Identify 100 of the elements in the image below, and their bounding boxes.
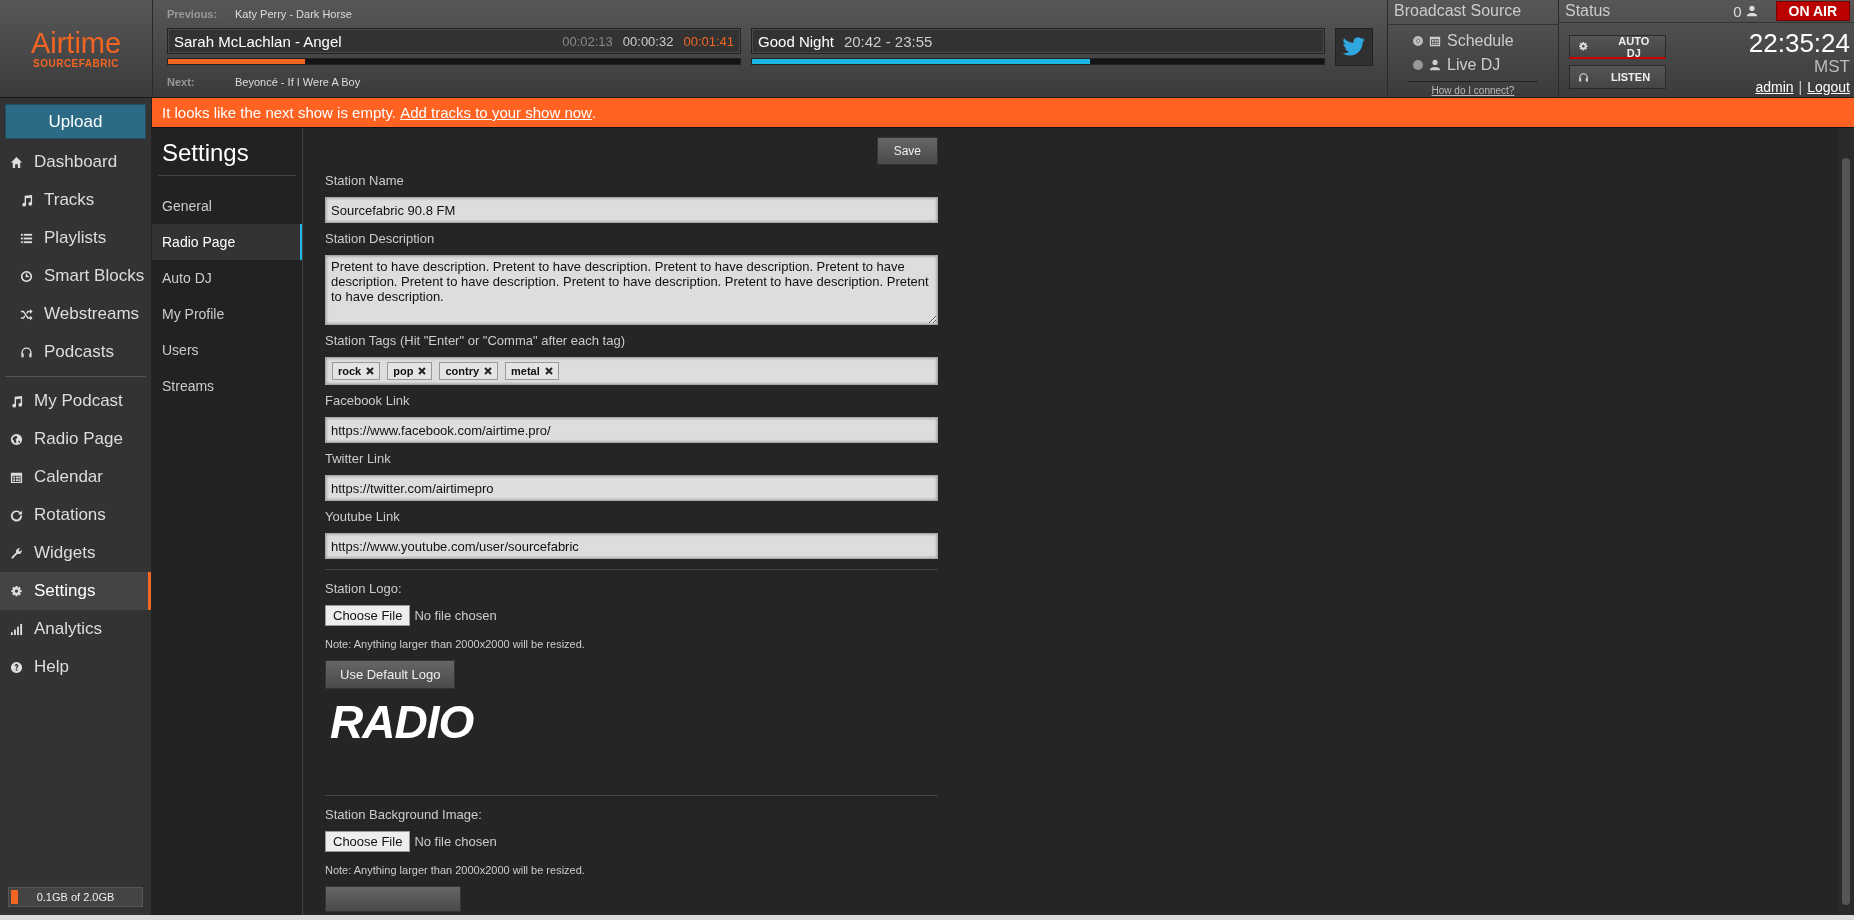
nav-item[interactable]: Calendar (0, 458, 151, 496)
upload-button[interactable]: Upload (5, 104, 146, 139)
timezone: MST (1814, 57, 1850, 77)
text-field[interactable]: Sourcefabric 90.8 FM (325, 197, 938, 223)
text-field[interactable]: https://www.youtube.com/user/sourcefabric (325, 533, 938, 559)
nav-item[interactable]: Smart Blocks (0, 257, 151, 295)
station-logo: RADIO (330, 697, 474, 747)
wrench-icon (10, 546, 23, 560)
settings-tab[interactable]: Streams (152, 368, 302, 404)
radio-button[interactable] (1413, 60, 1423, 70)
settings-title: Settings (161, 138, 250, 168)
field-label: Station Description (325, 231, 435, 246)
nav-item[interactable]: My Podcast (0, 382, 151, 420)
settings-tab[interactable]: Radio Page (152, 224, 302, 260)
description-field[interactable]: Pretent to have description. Pretent to have description. Pretent to have description. Pretent to have description. Pretent to have description. Pretent to have description. Pretent to have description. Pretent to have description. (325, 255, 938, 325)
source-radio-option[interactable]: Live DJ (1413, 53, 1533, 77)
previous-label: Previous: (167, 8, 217, 20)
nav-item[interactable]: Widgets (0, 534, 151, 572)
remaining-time: 00:00:32 (622, 33, 674, 49)
file-status: No file chosen (414, 608, 497, 623)
settings-tab[interactable]: General (152, 188, 302, 224)
logout-link[interactable]: Logout (1807, 79, 1850, 95)
tag-text: metal (511, 365, 540, 377)
upload-label: Station Background Image: (325, 807, 482, 822)
settings-icon (10, 584, 23, 598)
upload-label: Station Logo: (325, 581, 402, 596)
calendar-icon (1429, 35, 1441, 47)
file-status: No file chosen (414, 834, 497, 849)
airtime-logo: Airtime SOURCEFABRIC (30, 28, 122, 69)
bird-icon (1342, 37, 1367, 57)
choose-file-button[interactable]: Choose File (325, 831, 411, 852)
tags-field[interactable]: rock pop contry metal (325, 357, 938, 385)
next-track: Beyoncé - If I Were A Boy (235, 76, 361, 88)
nav-item[interactable]: Podcasts (0, 333, 151, 371)
separator-text: | (1798, 79, 1803, 95)
nav-item[interactable]: Dashboard (0, 143, 151, 181)
source-radio-option[interactable]: Schedule (1413, 29, 1533, 53)
music-note-icon (10, 394, 23, 408)
current-track: Sarah McLachlan - Angel (174, 32, 343, 50)
settings-tab[interactable]: Users (152, 332, 302, 368)
scrollbar[interactable] (1838, 128, 1854, 915)
choose-file-button[interactable]: Choose File (325, 605, 411, 626)
radio-button[interactable] (1413, 36, 1423, 46)
home-icon (10, 155, 23, 169)
auto-dj-button[interactable]: AUTO DJ (1569, 35, 1666, 59)
person-icon (1429, 59, 1441, 71)
globe-icon (10, 432, 23, 446)
music-note-icon (20, 193, 33, 207)
twitter-button[interactable] (1335, 28, 1373, 66)
list-icon (20, 231, 33, 245)
field-label: Station Tags (Hit "Enter" or "Comma" after each tag) (325, 333, 625, 348)
text-field[interactable]: https://twitter.com/airtimepro (325, 475, 938, 501)
listen-button[interactable]: LISTEN (1569, 65, 1666, 89)
clock-icon (20, 269, 33, 283)
listener-count: 0 (1733, 2, 1742, 20)
field-label: Youtube Link (325, 509, 400, 524)
clock-time: 22:35:24 (1748, 29, 1850, 57)
nav-item[interactable]: Settings (0, 572, 151, 610)
next-label: Next: (167, 76, 196, 88)
countdown-time: 00:01:41 (683, 33, 735, 49)
person-icon (1745, 5, 1758, 17)
elapsed-time: 00:02:13 (562, 33, 613, 49)
status-title: Status (1564, 1, 1612, 21)
field-label: Station Name (325, 173, 404, 188)
refresh-icon (10, 508, 23, 522)
headphones-icon (20, 345, 33, 359)
nav-item[interactable]: Playlists (0, 219, 151, 257)
close-icon[interactable] (366, 367, 375, 375)
broadcast-source-title: Broadcast Source (1388, 0, 1558, 25)
settings-tab[interactable]: Auto DJ (152, 260, 302, 296)
nav-item[interactable]: Help (0, 648, 151, 686)
nav-item[interactable]: Analytics (0, 610, 151, 648)
default-logo-button[interactable]: Use Default Logo (325, 660, 456, 689)
text-field[interactable]: https://www.facebook.com/airtime.pro/ (325, 417, 938, 443)
size-note: Note: Anything larger than 2000x2000 will be resized. (325, 638, 585, 650)
close-icon[interactable] (484, 367, 493, 375)
tag-text: pop (393, 365, 414, 377)
notice-period: . (591, 104, 597, 121)
close-icon[interactable] (544, 367, 553, 375)
notice-text: It looks like the next show is empty. (162, 104, 396, 121)
nav-item[interactable]: Rotations (0, 496, 151, 534)
storage-text: 0.1GB of 2.0GB (36, 891, 115, 903)
field-label: Twitter Link (325, 451, 391, 466)
size-note: Note: Anything larger than 2000x2000 will be resized. (325, 864, 585, 876)
nav-item[interactable]: Webstreams (0, 295, 151, 333)
calendar-icon (10, 470, 23, 484)
nav-item[interactable]: Radio Page (0, 420, 151, 458)
previous-track: Katy Perry - Dark Horse (235, 8, 352, 20)
headphones-icon (1578, 71, 1589, 83)
nav-item[interactable]: Tracks (0, 181, 151, 219)
tag-text: rock (338, 365, 362, 377)
bar-chart-icon (10, 622, 23, 636)
settings-tab[interactable]: My Profile (152, 296, 302, 332)
on-air-badge: ON AIR (1775, 1, 1850, 21)
close-icon[interactable] (418, 367, 427, 375)
help-link[interactable]: How do I connect? (1408, 81, 1538, 96)
settings-icon (1578, 41, 1589, 52)
user-link[interactable]: admin (1755, 79, 1794, 95)
save-button[interactable]: Save (876, 137, 938, 165)
show-time: 20:42 - 23:55 (843, 32, 933, 50)
